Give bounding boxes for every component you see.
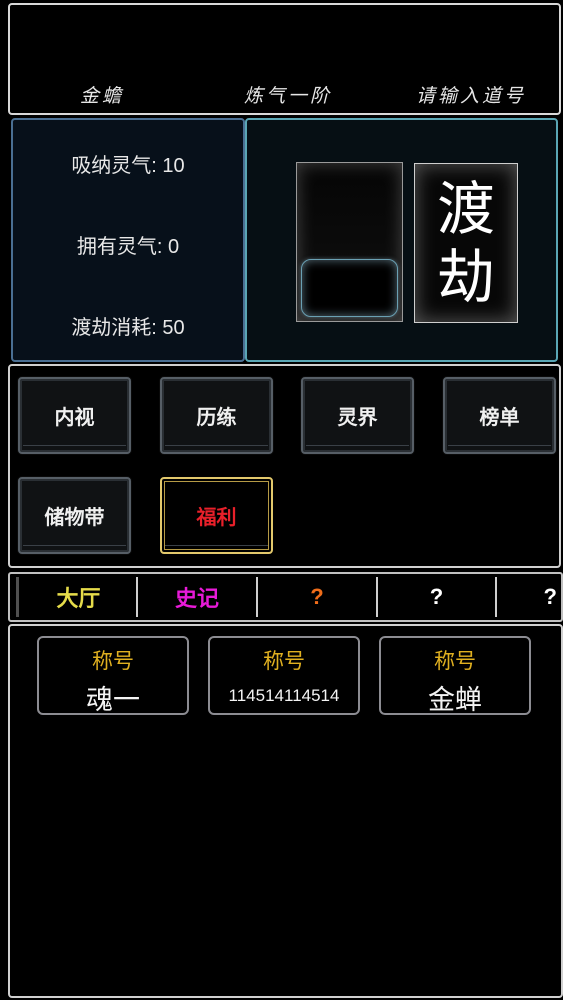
inner-vision-button[interactable]: 内视: [18, 377, 131, 454]
title-card[interactable]: 称号 金蝉: [379, 636, 531, 715]
lobby-content: 称号 魂一 称号 114514114514 称号 金蝉: [8, 624, 563, 998]
title-card-label: 称号: [263, 650, 305, 673]
tab-unknown-2[interactable]: ?: [378, 574, 495, 620]
spirit-realm-button[interactable]: 灵界: [301, 377, 414, 454]
tab-unknown-3[interactable]: ?: [497, 574, 563, 620]
title-card[interactable]: 称号 魂一: [37, 636, 189, 715]
tribulation-cost-stat: 渡劫消耗: 50: [71, 317, 185, 339]
stats-panel: 吸纳灵气: 10 拥有灵气: 0 渡劫消耗: 50: [11, 118, 245, 362]
dao-id-input[interactable]: 请输入道号: [416, 81, 526, 108]
leaderboard-button[interactable]: 榜单: [443, 377, 556, 454]
cultivation-realm: 炼气一阶: [244, 85, 333, 107]
tab-lobby[interactable]: 大厅: [20, 574, 137, 620]
tab-bar: 大厅 史记 ? ? ?: [8, 572, 563, 622]
title-card-label: 称号: [434, 650, 476, 673]
tab-indicator: [16, 577, 19, 617]
title-card-label: 称号: [92, 650, 134, 673]
owned-qi-stat: 拥有灵气: 0: [76, 236, 180, 258]
title-card-value: 金蝉: [428, 685, 482, 715]
tab-unknown-1[interactable]: ?: [258, 574, 376, 620]
title-card[interactable]: 称号 114514114514: [208, 636, 360, 715]
absorb-qi-stat: 吸纳灵气: 10: [71, 155, 185, 177]
title-card-value: 114514114514: [228, 686, 340, 705]
tribulation-panel: 渡 劫: [245, 118, 558, 362]
tribulation-button[interactable]: 渡 劫: [414, 163, 518, 323]
training-button[interactable]: 历练: [160, 377, 273, 454]
menu-panel: 内视 历练 灵界 榜单 储物带 福利: [8, 364, 561, 568]
tribulation-char-1: 渡: [436, 175, 495, 243]
player-name: 金蟾: [80, 85, 125, 107]
tab-history[interactable]: 史记: [138, 574, 256, 620]
welfare-button[interactable]: 福利: [160, 477, 273, 554]
storage-bag-button[interactable]: 储物带: [18, 477, 131, 554]
qi-gauge: [296, 162, 403, 322]
tribulation-char-2: 劫: [436, 243, 495, 311]
header-panel: 金蟾 炼气一阶 请输入道号: [8, 3, 561, 115]
title-card-value: 魂一: [86, 685, 140, 715]
qi-gauge-fill: [301, 258, 398, 317]
